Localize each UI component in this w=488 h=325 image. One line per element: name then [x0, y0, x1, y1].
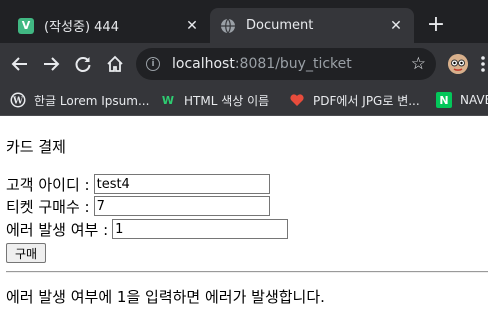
w-logo-icon: W	[161, 93, 175, 107]
tab-title: (작성중) 444	[44, 20, 119, 35]
back-icon[interactable]	[8, 52, 32, 76]
forward-icon[interactable]	[39, 52, 63, 76]
svg-text:W: W	[12, 97, 24, 107]
ticket-count-row: 티켓 구매수 :	[6, 196, 270, 216]
profile-avatar-icon[interactable]	[448, 54, 468, 74]
tab-document[interactable]: Document ✕	[210, 8, 414, 43]
customer-id-row: 고객 아이디 :	[6, 174, 270, 194]
bookmarks-bar: W 한글 Lorem Ipsum... W HTML 색상 이름 PDF에서 J…	[0, 85, 488, 116]
toolbar: i localhost:8081/buy_ticket ☆	[0, 43, 488, 85]
notice-text: 에러 발생 여부에 1을 입력하면 에러가 발생합니다.	[6, 288, 325, 306]
address-bar[interactable]: i localhost:8081/buy_ticket ☆	[136, 48, 436, 80]
bookmark-naver[interactable]: N NAVER	[436, 91, 488, 109]
globe-icon	[220, 18, 236, 34]
ticket-count-label: 티켓 구매수 :	[6, 197, 90, 216]
ticket-count-input[interactable]	[93, 196, 270, 216]
customer-id-label: 고객 아이디 :	[6, 175, 90, 194]
naver-icon: N	[436, 92, 452, 108]
bookmark-html-colors[interactable]: W HTML 색상 이름	[160, 91, 269, 109]
close-icon[interactable]: ✕	[388, 18, 404, 34]
info-icon[interactable]: i	[146, 57, 160, 71]
url-text: localhost:8081/buy_ticket	[172, 56, 352, 72]
page-title: 카드 결제	[6, 138, 66, 156]
page-content: 카드 결제 고객 아이디 : 티켓 구매수 : 에러 발생 여부 : 구매 에러…	[0, 116, 488, 325]
tab-vue[interactable]: V (작성중) 444 ✕	[8, 8, 210, 43]
heart-icon	[289, 92, 305, 108]
divider	[6, 271, 488, 273]
tab-strip: V (작성중) 444 ✕ Document ✕ +	[0, 0, 488, 43]
wordpress-icon: W	[10, 92, 26, 108]
reload-icon[interactable]	[71, 52, 95, 76]
close-icon[interactable]: ✕	[184, 18, 200, 34]
vue-favicon-icon: V	[18, 17, 34, 34]
bookmark-lorem-ipsum[interactable]: W 한글 Lorem Ipsum...	[10, 91, 149, 109]
tab-title: Document	[246, 18, 314, 33]
home-icon[interactable]	[103, 52, 127, 76]
bookmark-pdf-to-jpg[interactable]: PDF에서 JPG로 변...	[289, 91, 420, 109]
customer-id-input[interactable]	[93, 174, 270, 194]
menu-icon[interactable]	[478, 55, 488, 73]
error-flag-row: 에러 발생 여부 :	[6, 219, 289, 239]
buy-button[interactable]: 구매	[6, 243, 46, 263]
error-flag-input[interactable]	[112, 219, 289, 239]
new-tab-icon[interactable]: +	[424, 14, 448, 38]
error-flag-label: 에러 발생 여부 :	[6, 220, 109, 239]
star-icon[interactable]: ☆	[411, 54, 426, 74]
